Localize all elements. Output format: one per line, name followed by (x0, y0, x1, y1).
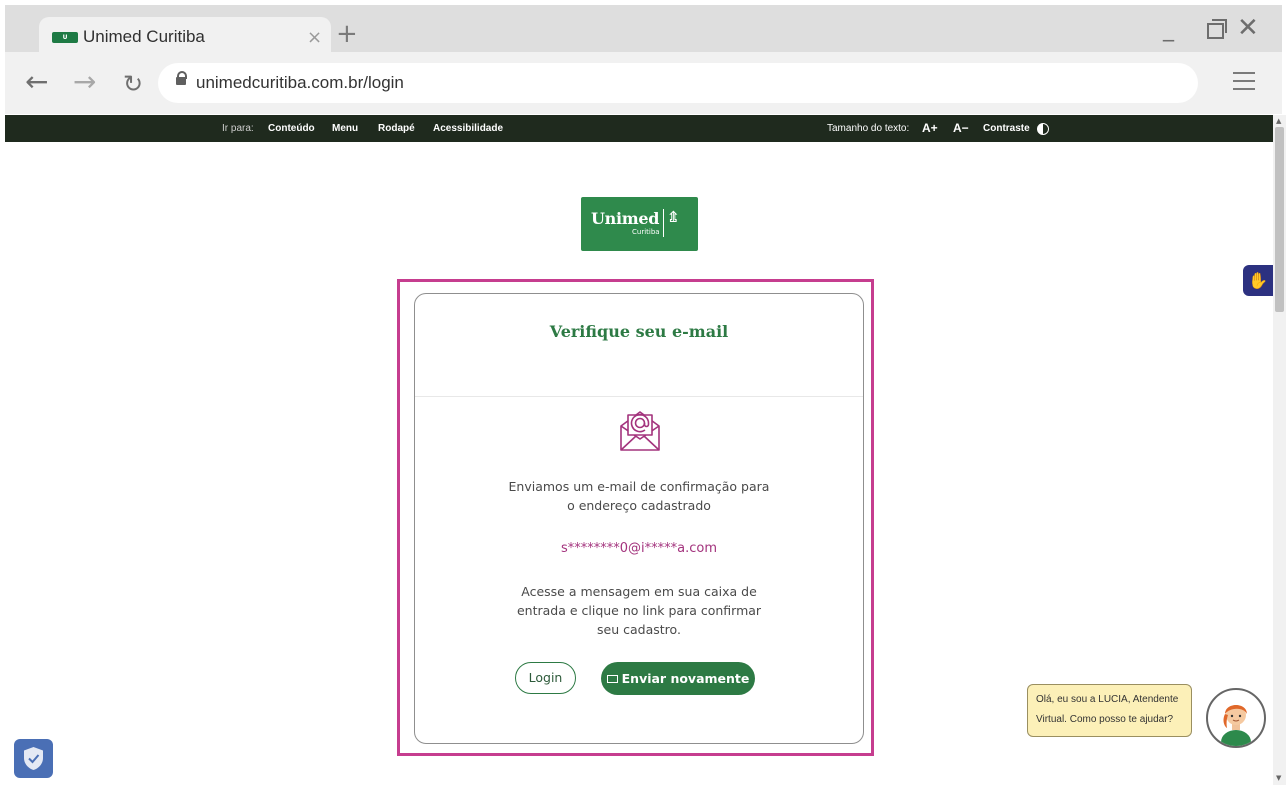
text-size-label: Tamanho do texto: (827, 123, 910, 134)
unimed-favicon-icon: U (52, 32, 78, 43)
confirmation-text-line2: o endereço cadastrado (567, 498, 711, 513)
resend-button[interactable]: Enviar novamente (601, 662, 755, 695)
instruction-text-line3: seu cadastro. (597, 622, 681, 637)
privacy-shield-button[interactable] (14, 739, 53, 778)
browser-menu-icon[interactable] (1233, 72, 1255, 96)
chat-greeting-line2: Virtual. Como posso te ajudar? (1036, 714, 1174, 725)
minimize-icon[interactable]: _ (1163, 17, 1174, 42)
goto-menu-link[interactable]: Menu (332, 123, 358, 134)
login-button[interactable]: Login (515, 662, 576, 694)
goto-accessibility-link[interactable]: Acessibilidade (433, 123, 503, 134)
decrease-text-button[interactable]: A− (953, 121, 969, 135)
assistant-avatar-icon (1221, 705, 1251, 746)
shield-icon (24, 747, 43, 770)
back-arrow-icon[interactable]: ← (25, 68, 48, 96)
tab-close-icon[interactable]: × (307, 27, 322, 48)
unimed-tree-icon: ⇭ (667, 208, 680, 226)
envelope-icon (606, 675, 618, 683)
browser-navbar: ← → ↻ unimedcuritiba.com.br/login (5, 52, 1282, 114)
new-tab-icon[interactable]: + (336, 21, 358, 47)
browser-tab[interactable]: U Unimed Curitiba × (39, 17, 331, 57)
increase-text-button[interactable]: A+ (922, 121, 938, 135)
unimed-logo[interactable]: Unimed ⇭ Curitiba (581, 197, 698, 251)
reload-icon[interactable]: ↻ (123, 70, 143, 98)
masked-email: s********0@i*****a.com (560, 541, 718, 556)
logo-separator (663, 209, 664, 237)
address-bar[interactable]: unimedcuritiba.com.br/login (158, 63, 1198, 103)
scroll-down-icon[interactable]: ▼ (1276, 774, 1281, 782)
restore-icon[interactable] (1207, 19, 1227, 39)
instruction-text-line2: entrada e clique no link para confirmar (516, 603, 762, 618)
scroll-thumb[interactable] (1275, 127, 1284, 312)
browser-titlebar: U Unimed Curitiba × + _ ✕ (5, 5, 1282, 57)
verify-email-card: Verifique seu e-mail Enviamos um e-mail … (414, 293, 864, 744)
scroll-up-icon[interactable]: ▲ (1276, 117, 1281, 125)
mail-at-icon (620, 411, 660, 451)
chat-greeting-bubble[interactable]: Olá, eu sou a LUCIA, Atendente Virtual. … (1027, 684, 1192, 737)
contrast-icon[interactable] (1037, 123, 1049, 135)
page-scrollbar[interactable]: ▲ ▼ (1273, 115, 1286, 785)
goto-label: Ir para: (222, 123, 254, 134)
lock-icon (176, 71, 187, 85)
sign-language-icon[interactable]: ✋ (1243, 265, 1273, 296)
card-title: Verifique seu e-mail (549, 322, 729, 341)
window-close-icon[interactable]: ✕ (1237, 15, 1259, 41)
logo-subtitle: Curitiba (632, 228, 660, 236)
goto-footer-link[interactable]: Rodapé (378, 123, 415, 134)
card-divider (415, 396, 863, 397)
chat-avatar-icon[interactable] (1206, 688, 1266, 748)
instruction-text-line1: Acesse a mensagem em sua caixa de (521, 584, 757, 599)
chat-greeting-line1: Olá, eu sou a LUCIA, Atendente (1036, 694, 1179, 705)
tab-title: Unimed Curitiba (83, 27, 205, 46)
goto-content-link[interactable]: Conteúdo (268, 123, 315, 134)
resend-button-label: Enviar novamente (621, 671, 750, 686)
contrast-button[interactable]: Contraste (983, 123, 1030, 134)
url-text[interactable]: unimedcuritiba.com.br/login (196, 73, 404, 93)
forward-arrow-icon[interactable]: → (73, 68, 96, 96)
logo-name: Unimed (591, 209, 660, 228)
confirmation-text-line1: Enviamos um e-mail de confirmação para (508, 479, 770, 494)
accessibility-bar: Ir para: Conteúdo Menu Rodapé Acessibili… (5, 115, 1273, 142)
